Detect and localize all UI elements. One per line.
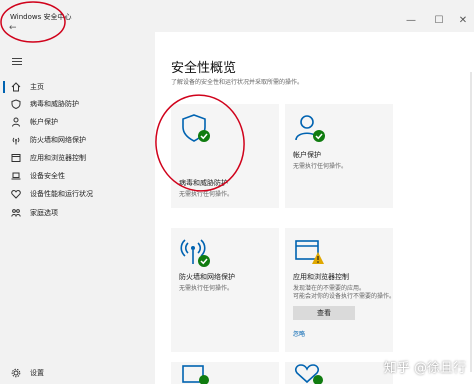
sidebar-item-label: 病毒和威胁防护 [30, 100, 79, 108]
sidebar-item-firewall[interactable]: 防火墙和网络保护 [0, 132, 155, 148]
sidebar-item-home[interactable]: 主页 [0, 79, 155, 95]
card-title: 应用和浏览器控制 [293, 273, 349, 281]
sidebar-item-label: 设备性能和运行状况 [30, 190, 93, 198]
window-title: Windows 安全中心 [10, 13, 72, 21]
sidebar-item-label: 主页 [30, 83, 44, 91]
sidebar-item-label: 家庭选项 [30, 209, 58, 217]
sidebar-item-device-security[interactable]: 设备安全性 [0, 168, 155, 184]
dismiss-link[interactable]: 忽略 [293, 329, 305, 338]
shield-icon [11, 99, 21, 109]
sidebar-item-label: 应用和浏览器控制 [30, 154, 86, 162]
sidebar-item-virus-protection[interactable]: 病毒和威胁防护 [0, 96, 155, 112]
sidebar-item-family-options[interactable]: 家庭选项 [0, 205, 155, 221]
home-icon [11, 82, 21, 92]
gear-icon [11, 368, 21, 378]
laptop-check-icon [182, 365, 209, 384]
sidebar-item-label: 帐户保护 [30, 118, 58, 126]
card-title: 防火墙和网络保护 [179, 273, 235, 281]
laptop-icon [11, 172, 21, 180]
sidebar-item-label: 防火墙和网络保护 [30, 136, 86, 144]
card-title: 病毒和威胁防护 [179, 179, 228, 187]
sidebar-item-label: 设备安全性 [30, 172, 65, 180]
scrollbar[interactable] [470, 72, 472, 372]
sidebar-item-label: 设置 [30, 369, 44, 377]
card-firewall[interactable]: 防火墙和网络保护 无需执行任何操作。 [171, 228, 279, 352]
close-button[interactable]: ✕ [456, 14, 470, 28]
title-bar: Windows 安全中心 ← — ☐ ✕ [0, 0, 474, 33]
heart-icon [11, 189, 21, 199]
sidebar-item-device-performance[interactable]: 设备性能和运行状况 [0, 186, 155, 202]
minimize-button[interactable]: — [404, 14, 418, 28]
maximize-button[interactable]: ☐ [432, 14, 446, 28]
person-icon [12, 117, 20, 127]
main-content: 安全性概览 了解设备的安全性和运行状况并采取所需的操作。 病毒和威胁防护 无需执… [155, 32, 474, 384]
view-button[interactable]: 查看 [293, 306, 355, 320]
card-app-browser-control[interactable]: 应用和浏览器控制 发现潜在的不需要的应用。 可能会对你的设备执行不需要的操作。 … [285, 228, 396, 352]
sidebar-item-account-protection[interactable]: 帐户保护 [0, 114, 155, 130]
card-status-detail: 可能会对你的设备执行不需要的操作。 [293, 293, 396, 300]
card-status: 无需执行任何操作。 [293, 163, 348, 170]
card-device-security[interactable] [171, 362, 279, 384]
app-warning-icon [295, 240, 324, 264]
account-check-icon [295, 115, 325, 142]
watermark: 知乎 @徐且行 [383, 361, 466, 376]
wifi-icon [12, 137, 20, 145]
wifi-check-icon [180, 239, 210, 267]
sidebar: 主页 病毒和威胁防护 帐户保护 防火墙和网络保护 应用和浏览器控制 设备安全性 … [0, 32, 155, 384]
app-window-icon [11, 154, 21, 162]
card-title: 帐户保护 [293, 151, 321, 159]
card-status: 无需执行任何操作。 [179, 285, 234, 292]
hamburger-menu-icon[interactable] [12, 58, 22, 67]
sidebar-item-settings[interactable]: 设置 [0, 365, 155, 381]
page-subtitle: 了解设备的安全性和运行状况并采取所需的操作。 [171, 79, 304, 86]
card-device-performance[interactable] [285, 362, 393, 384]
sidebar-item-app-browser-control[interactable]: 应用和浏览器控制 [0, 150, 155, 166]
card-account-protection[interactable]: 帐户保护 无需执行任何操作。 [285, 104, 393, 208]
shield-check-icon [182, 114, 210, 142]
family-icon [11, 209, 21, 217]
page-title: 安全性概览 [171, 61, 237, 76]
card-virus-protection[interactable]: 病毒和威胁防护 无需执行任何操作。 [171, 104, 279, 208]
heart-check-icon [294, 364, 323, 384]
card-status: 无需执行任何操作。 [179, 191, 234, 198]
